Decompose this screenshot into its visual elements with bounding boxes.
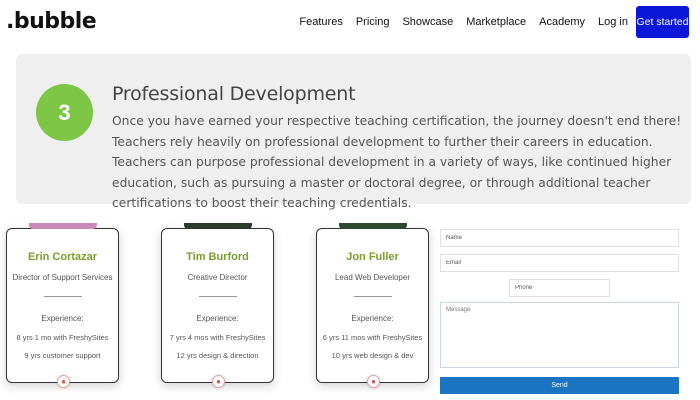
- team-role: Director of Support Services: [12, 273, 113, 282]
- team-role: Creative Director: [187, 273, 248, 282]
- divider: [44, 296, 82, 297]
- team-card-tim: Tim Burford Creative Director Experience…: [161, 223, 274, 388]
- team-card-jon: Jon Fuller Lead Web Developer Experience…: [316, 223, 429, 388]
- experience-line: 10 yrs web design & dev: [331, 351, 414, 360]
- experience-line: 6 yrs 11 mos with FreshySites: [322, 333, 423, 342]
- message-field[interactable]: [440, 302, 679, 368]
- nav-showcase[interactable]: Showcase: [402, 16, 453, 28]
- team-photo: [339, 223, 407, 229]
- team-photo: [184, 223, 252, 229]
- nav-features[interactable]: Features: [299, 16, 342, 28]
- section-body: Once you have earned your respective tea…: [112, 114, 682, 210]
- team-card-erin: Erin Cortazar Director of Support Servic…: [6, 223, 119, 388]
- get-started-button[interactable]: Get started: [636, 6, 689, 38]
- team-name: Erin Cortazar: [27, 251, 98, 263]
- divider: [199, 296, 237, 297]
- nav-pricing[interactable]: Pricing: [356, 16, 390, 28]
- experience-line: 12 yrs design & direction: [176, 351, 259, 360]
- experience-line: 8 yrs 1 mo with FreshySites: [16, 333, 109, 342]
- pin-icon[interactable]: ●: [212, 375, 225, 388]
- top-navbar: .bubble Features Pricing Showcase Market…: [0, 0, 700, 46]
- section-title: Professional Development: [112, 83, 356, 105]
- experience-label: Experience:: [351, 314, 394, 323]
- step-number-badge: 3: [36, 84, 93, 141]
- experience-label: Experience:: [196, 314, 239, 323]
- team-role: Lead Web Developer: [334, 273, 410, 282]
- team-name: Jon Fuller: [346, 251, 399, 263]
- team-photo: [29, 223, 97, 229]
- bubble-logo[interactable]: .bubble: [6, 9, 97, 34]
- team-name: Tim Burford: [186, 251, 249, 263]
- pin-icon[interactable]: ●: [367, 375, 380, 388]
- experience-line: 9 yrs customer support: [24, 351, 101, 360]
- name-field[interactable]: [440, 229, 679, 247]
- main-nav: Features Pricing Showcase Marketplace Ac…: [286, 16, 628, 28]
- professional-development-section: 3 Professional Development Once you have…: [16, 54, 691, 210]
- send-button[interactable]: Send: [440, 377, 679, 394]
- divider: [354, 296, 392, 297]
- experience-label: Experience:: [41, 314, 84, 323]
- phone-field[interactable]: [509, 279, 610, 297]
- nav-academy[interactable]: Academy: [539, 16, 585, 28]
- experience-line: 7 yrs 4 mos with FreshySites: [169, 333, 266, 342]
- pin-icon[interactable]: ●: [57, 375, 70, 388]
- nav-login[interactable]: Log in: [598, 16, 628, 28]
- nav-marketplace[interactable]: Marketplace: [466, 16, 526, 28]
- email-field[interactable]: [440, 254, 679, 272]
